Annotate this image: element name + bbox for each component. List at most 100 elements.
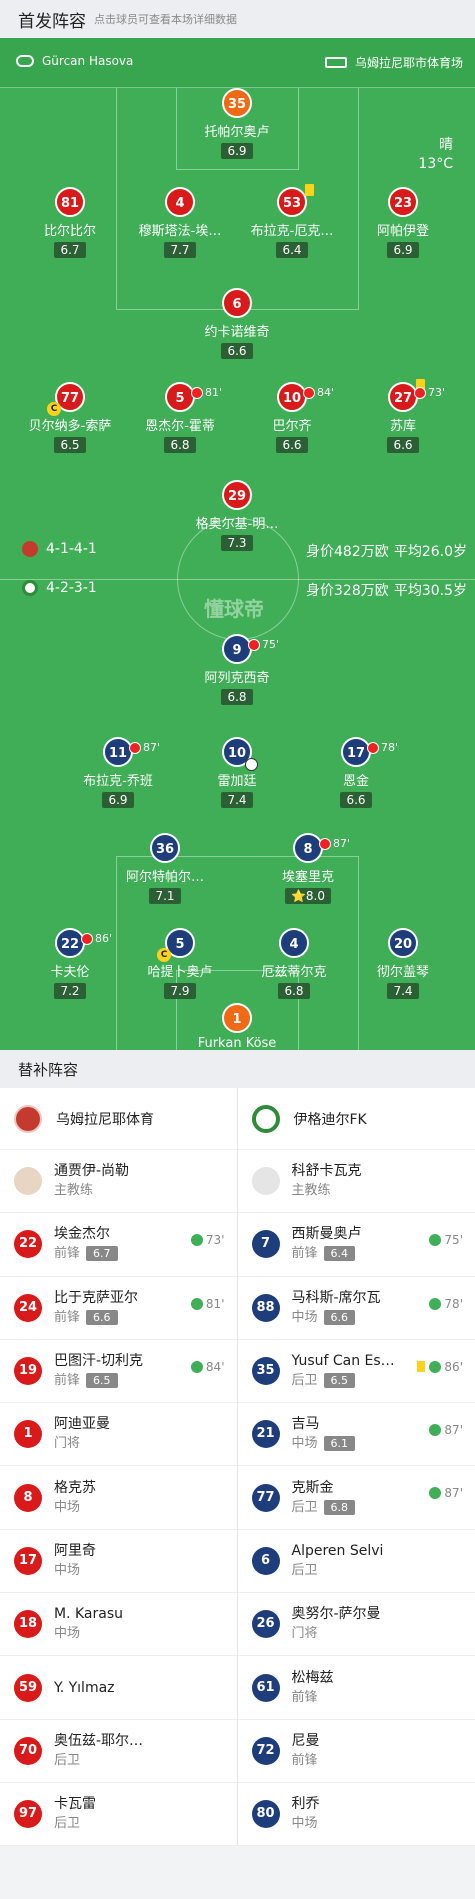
sub-player-row[interactable]: 70 奥伍兹-耶尔… 后卫 [0,1720,237,1783]
player-19[interactable]: 5 C 哈提卜奥卢 7.9 [115,928,245,999]
sub-number: 7 [251,1230,280,1259]
sub-name: 奥伍兹-耶尔… [54,1732,144,1749]
player-number: 20 [388,928,418,958]
sub-position: 中场 [54,1499,81,1515]
player-rating: 6.9 [387,242,419,258]
sub-minute: 87' [333,837,351,850]
player-17[interactable]: 8 87' 埃塞里克 ⭐8.0 [243,833,373,904]
sub-minute: 81' [205,1296,225,1311]
coach-avatar [14,1167,42,1196]
player-15[interactable]: 17 78' 恩金 6.6 [291,737,421,808]
sub-off-indicator: 78' [367,733,398,763]
sub-minute: 73' [205,1233,225,1248]
sub-player-row[interactable]: 6 Alperen Selvi 后卫 [237,1530,475,1594]
player-1[interactable]: 35 托帕尔奥卢 6.9 [172,88,302,159]
sub-player-row[interactable]: 8 格克苏 中场 [0,1466,237,1530]
sub-player-row[interactable]: 35 Yusuf Can Es… 后卫 6.5 86' [237,1340,475,1404]
sub-minute: 87' [444,1423,463,1438]
sub-player-row[interactable]: 7 西斯曼奥卢 前锋 6.4 75' [237,1213,475,1277]
sub-player-row[interactable]: 88 马科斯-席尔瓦 中场 6.6 78' [237,1277,475,1340]
sub-player-row[interactable]: 24 比于克萨亚尔 前锋 6.6 81' [0,1277,237,1340]
sub-position: 后卫 [291,1499,318,1515]
sub-player-row[interactable]: 97 卡瓦雷 后卫 [0,1783,237,1847]
player-16[interactable]: 36 阿尔特帕尔… 7.1 [100,833,230,904]
team-logo-icon [251,1104,280,1133]
sub-position: 前锋 [291,1752,318,1768]
number-text: 20 [393,937,413,952]
sub-player-row[interactable]: 72 尼曼 前锋 [237,1720,475,1783]
player-5[interactable]: 23 阿帕伊登 6.9 [338,187,468,258]
number-text: 6 [232,297,242,312]
player-name: Furkan Köse [197,1036,277,1050]
player-14[interactable]: 10 雷加廷 7.4 [172,737,302,808]
player-3[interactable]: 4 穆斯塔法-埃… 7.7 [115,187,245,258]
player-rating: 6.7 [54,242,86,258]
match-info-bar: Gürcan Hasova 乌姆拉尼耶市体育场 [0,38,475,88]
player-rating: 7.7 [164,242,196,258]
sub-player-row[interactable]: 18 M. Karasu 中场 [0,1593,237,1657]
player-number: 36 [150,833,180,863]
sub-player-row[interactable]: 61 松梅兹 前锋 [237,1656,475,1720]
sub-in-icon [429,1487,442,1500]
sub-minute: 75' [444,1233,463,1248]
sub-player-row[interactable]: 17 阿里奇 中场 [0,1530,237,1594]
sub-minute: 78' [444,1296,463,1311]
sub-name: Alperen Selvi [291,1542,384,1559]
coach-row[interactable]: 科舒卡瓦克 主教练 [237,1150,475,1214]
lineup-title: 首发阵容 [18,11,86,32]
player-6[interactable]: 6 约卡诺维奇 6.6 [172,288,302,359]
number-text: 10 [282,391,302,406]
player-name: 雷加廷 [217,774,257,789]
sub-player-row[interactable]: 59 Y. Yılmaz [0,1656,237,1720]
away-subs: 伊格迪尔FK 科舒卡瓦克 主教练 7 西斯曼奥卢 前锋 6.4 75' 88 马科斯-席尔瓦 中场 6… [237,1088,475,1847]
captain-badge: C [157,948,171,962]
player-12[interactable]: 9 75' 阿列克西奇 6.8 [172,634,302,705]
coach-row[interactable]: 通贾伊-尚勒 主教练 [0,1150,237,1214]
player-11[interactable]: 29 格奥尔基-明… 7.3 [172,480,302,551]
player-rating: 6.6 [221,343,253,359]
coach-name: 科舒卡瓦克 [291,1163,362,1180]
sub-out-icon [303,387,315,399]
sub-off-indicator: 86' [81,924,112,954]
yellow-card-icon [305,184,314,196]
sub-rating: 6.4 [323,1246,356,1262]
player-number: 9 75' [222,634,279,664]
team-name: 伊格迪尔FK [293,1111,367,1128]
sub-number: 19 [14,1357,42,1386]
sub-player-row[interactable]: 22 埃金杰尔 前锋 6.7 73' [0,1213,237,1277]
player-rating: 6.9 [221,143,253,159]
sub-name: 奥努尔-萨尔曼 [291,1606,381,1623]
sub-out-icon [414,387,426,399]
sub-minute: 87' [143,741,161,754]
number-text: 5 [175,391,185,406]
home-subs: 乌姆拉尼耶体育 通贾伊-尚勒 主教练 22 埃金杰尔 前锋 6.7 73' 24 比于克萨亚尔 前锋… [0,1088,238,1847]
player-13[interactable]: 11 87' 布拉克-乔班 6.9 [53,737,183,808]
team-row[interactable]: 伊格迪尔FK [237,1088,475,1150]
player-number: 10 84' [277,382,334,412]
sub-minute: 73' [428,386,446,399]
player-rating: 6.6 [276,437,308,453]
sub-player-row[interactable]: 1 阿迪亚曼 门将 [0,1403,237,1467]
sub-minute: 84' [317,386,335,399]
player-name: 苏库 [389,419,416,434]
sub-player-row[interactable]: 77 克斯金 后卫 6.8 87' [237,1466,475,1530]
player-8[interactable]: 5 81' 恩杰尔-霍蒂 6.8 [115,382,245,453]
player-10[interactable]: 27 73' 苏库 6.6 [338,379,468,453]
player-rating: ⭐8.0 [284,888,332,904]
sub-number: 61 [251,1673,280,1702]
sub-in-icon [190,1360,203,1373]
player-21[interactable]: 20 彻尔盖琴 7.4 [338,928,468,999]
sub-on-indicator: 75' [429,1233,463,1247]
player-name: 哈提卜奥卢 [147,965,213,980]
sub-position: 前锋 [54,1246,81,1262]
sub-player-row[interactable]: 21 吉马 中场 6.1 87' [237,1403,475,1467]
player-22[interactable]: 1Furkan Köse7.5 [172,1003,302,1050]
team-row[interactable]: 乌姆拉尼耶体育 [0,1088,237,1150]
sub-number: 6 [251,1546,280,1575]
sub-player-row[interactable]: 19 巴图汗-切利克 前锋 6.5 84' [0,1340,237,1404]
player-number: 5 81' [165,382,222,412]
sub-player-row[interactable]: 80 利乔 中场 [237,1783,475,1847]
coach-avatar [251,1167,280,1196]
sub-player-row[interactable]: 26 奥努尔-萨尔曼 门将 [237,1593,475,1657]
sub-on-indicator: 81' [190,1296,225,1311]
